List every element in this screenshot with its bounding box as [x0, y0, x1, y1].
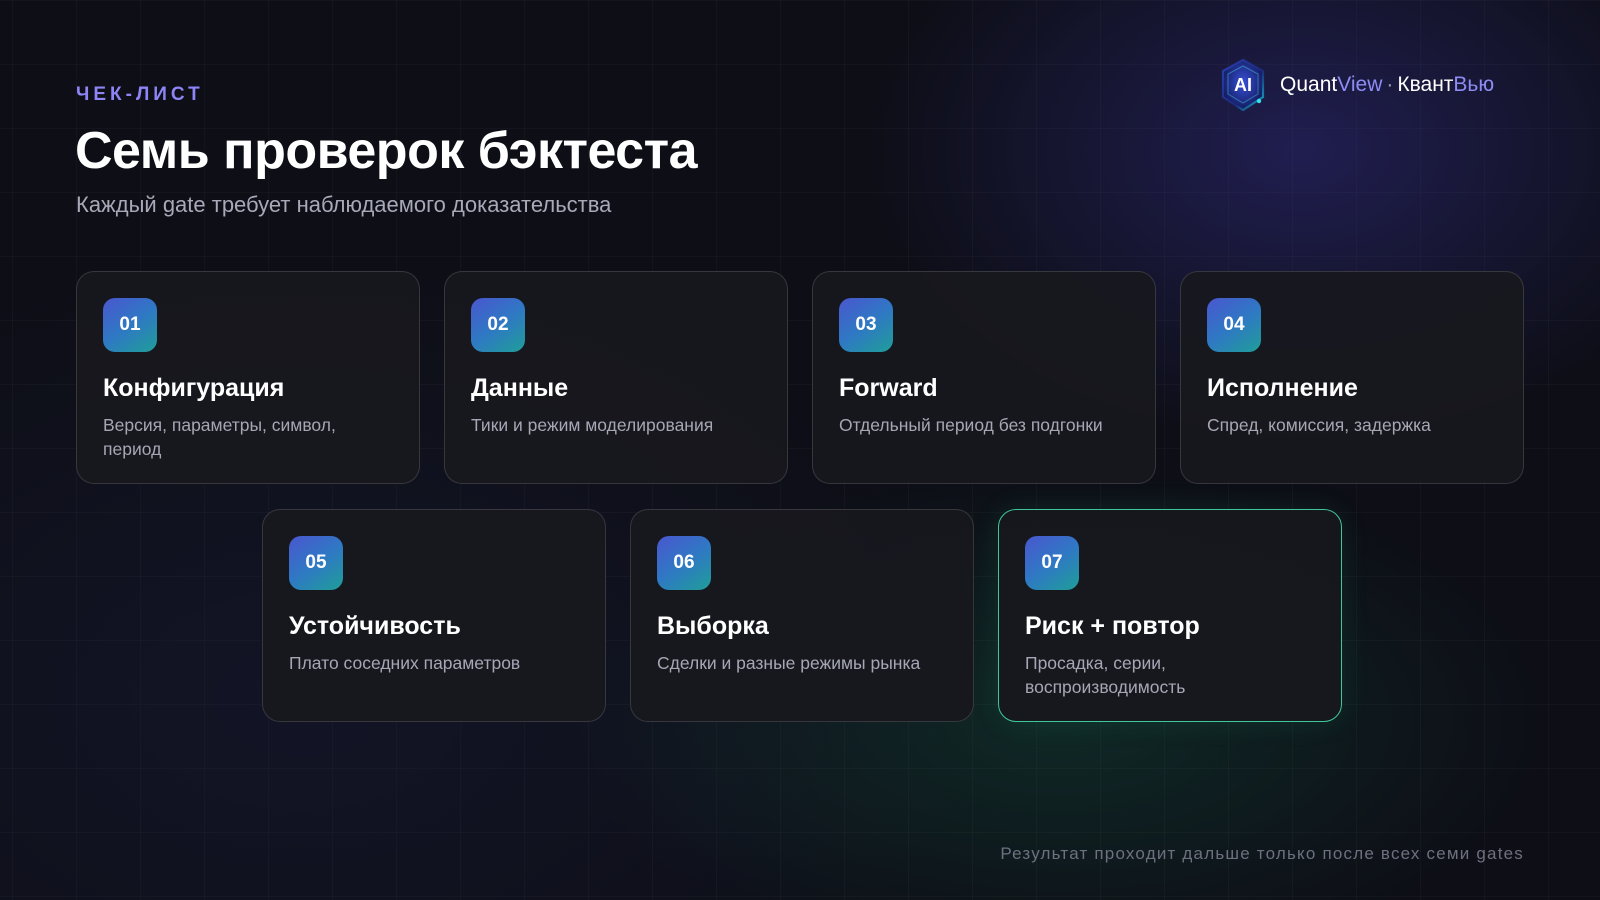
card-description: Сделки и разные режимы рынка — [657, 653, 921, 673]
card-description: Спред, комиссия, задержка — [1207, 415, 1431, 435]
check-card-execution: 04 Исполнение Спред, комиссия, задержка — [1180, 271, 1524, 484]
card-title: Риск + повтор — [1025, 612, 1200, 640]
check-card-data: 02 Данные Тики и режим моделирования — [444, 271, 788, 484]
check-card-sample: 06 Выборка Сделки и разные режимы рынка — [630, 509, 974, 722]
card-description: Тики и режим моделирования — [471, 415, 714, 435]
check-card-configuration: 01 Конфигурация Версия, параметры, симво… — [76, 271, 420, 484]
page-title: Семь проверок бэктеста — [75, 122, 698, 180]
card-description: Версия, параметры, символ, период — [103, 415, 336, 459]
check-card-risk-replay: 07 Риск + повтор Просадка, серии, воспро… — [998, 509, 1342, 722]
card-title: Данные — [471, 374, 569, 402]
card-title: Устойчивость — [289, 612, 461, 640]
brand-name: QuantView · КвантВью — [1280, 73, 1494, 97]
card-title: Forward — [839, 374, 938, 402]
card-description: Просадка, серии, воспроизводимость — [1025, 653, 1186, 697]
footer-note: Результат проходит дальше только после в… — [1000, 844, 1524, 863]
card-description: Отдельный период без подгонки — [839, 415, 1103, 435]
brand-name-part3: Квант — [1397, 73, 1454, 96]
card-number-badge: 05 — [289, 536, 343, 590]
card-title: Исполнение — [1207, 374, 1358, 402]
card-description: Плато соседних параметров — [289, 653, 521, 673]
brand-name-part1: Quant — [1280, 73, 1338, 96]
card-number-badge: 03 — [839, 298, 893, 352]
check-card-forward: 03 Forward Отдельный период без подгонки — [812, 271, 1156, 484]
brand: AI QuantView · КвантВью — [1218, 54, 1494, 116]
card-number-badge: 06 — [657, 536, 711, 590]
page-subtitle: Каждый gate требует наблюдаемого доказат… — [76, 192, 612, 217]
card-title: Выборка — [657, 612, 769, 640]
card-number-badge: 04 — [1207, 298, 1261, 352]
card-number-badge: 07 — [1025, 536, 1079, 590]
card-title: Конфигурация — [103, 374, 285, 402]
brand-logo-icon: AI — [1218, 57, 1268, 113]
brand-separator: · — [1386, 73, 1394, 96]
eyebrow-label: ЧЕК-ЛИСТ — [76, 84, 204, 105]
check-card-robustness: 05 Устойчивость Плато соседних параметро… — [262, 509, 606, 722]
card-number-badge: 02 — [471, 298, 525, 352]
card-number-badge: 01 — [103, 298, 157, 352]
brand-logo-text: AI — [1234, 74, 1252, 95]
brand-name-part2: View — [1337, 73, 1383, 96]
brand-name-part4: Вью — [1453, 73, 1495, 96]
